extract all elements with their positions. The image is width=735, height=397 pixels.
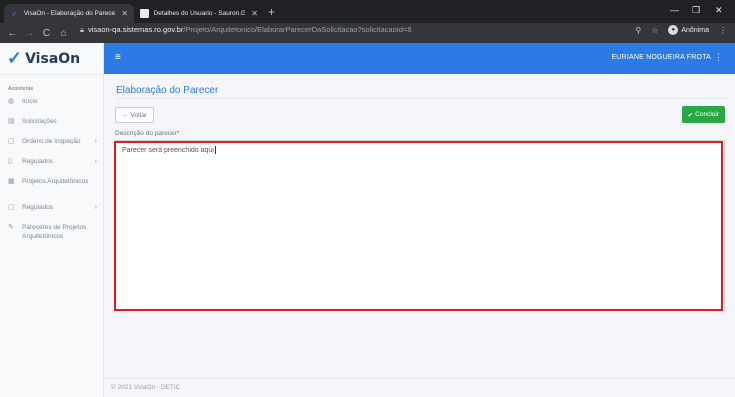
sidebar-item-label: Regulados	[22, 204, 54, 211]
conclude-button-label: Concluir	[695, 111, 719, 118]
sidebar-item-label: Regulados	[22, 158, 54, 165]
browser-tab-strip: ✓ VisaOn - Elaboração do Parecer ✕ Detal…	[0, 0, 735, 23]
page-title: Elaboração do Parecer	[116, 85, 219, 96]
logo[interactable]: ✓ VisaOn	[0, 43, 103, 75]
reload-icon[interactable]: C	[38, 28, 55, 39]
sidebar-item[interactable]: ▤ Solicitações	[0, 117, 103, 126]
tab-title: Detalhes do Usuario - Sauron.Ge	[153, 10, 246, 17]
blueprint-icon: ▦	[8, 178, 15, 185]
tab-detalhes-usuario[interactable]: Detalhes do Usuario - Sauron.Ge ✕	[134, 4, 264, 23]
description-textarea[interactable]: Parecer será preenchido aqui	[115, 140, 725, 311]
app-root: ✓ VisaOn Assistente ◍ Início ▤ Solicitações…	[0, 43, 735, 397]
url-path: /Projeto/Arquitetonico/ElaborarParecerDa…	[183, 25, 412, 34]
chevron-right-icon: ›	[94, 204, 97, 211]
chevron-right-icon: ›	[94, 158, 97, 165]
logo-text: VisaOn	[25, 50, 81, 67]
zoom-icon[interactable]: ⚲	[635, 26, 641, 35]
file-icon: ▯	[8, 158, 12, 165]
description-label: Descrição do parecer*	[115, 130, 180, 137]
document-icon: ▢	[8, 138, 15, 145]
hamburger-menu-icon[interactable]: ≡	[115, 52, 121, 63]
sidebar-item-label: Pareceres de Projetos Arquitetônicos	[22, 224, 87, 240]
new-tab-button[interactable]: +	[268, 6, 275, 18]
role-label: Assistente	[8, 86, 34, 92]
incognito-profile[interactable]: ● Anônima	[668, 25, 709, 35]
close-tab-icon[interactable]: ✕	[121, 9, 128, 18]
calendar-icon: ▤	[8, 118, 15, 125]
tab-title: VisaOn - Elaboração do Parecer	[23, 10, 116, 17]
sidebar-item-label: Ordens de Inspeção	[22, 138, 81, 145]
sidebar-item[interactable]: ◍ Início	[0, 97, 103, 106]
conclude-button[interactable]: ✔ Concluir	[681, 106, 725, 123]
chevron-right-icon: ›	[94, 138, 97, 145]
close-tab-icon[interactable]: ✕	[251, 9, 258, 18]
dashboard-icon: ◍	[8, 98, 15, 105]
footer-text: © 2021 VisaOn - DETIC	[111, 384, 181, 391]
arrow-left-icon: ←	[122, 111, 129, 119]
footer: © 2021 VisaOn - DETIC	[104, 378, 735, 397]
sidebar-item-label: Início	[22, 98, 38, 105]
back-button[interactable]: ← Voltar	[115, 107, 155, 123]
toolbar-right: ⚲ ☆ ● Anônima ⋮	[635, 25, 727, 35]
user-menu-icon[interactable]: ⋮	[714, 52, 723, 63]
address-bar[interactable]: 🔒︎ visaon-qa.sistemas.ro.gov.br/Projeto/A…	[80, 25, 412, 35]
maximize-icon[interactable]: ❐	[692, 5, 700, 16]
sidebar-item[interactable]: ▢ Ordens de Inspeção ›	[0, 137, 103, 146]
textarea-value: Parecer será preenchido aqui	[122, 146, 214, 154]
sidebar-item[interactable]: ▯ Regulados ›	[0, 157, 103, 166]
incognito-icon: ●	[668, 25, 679, 35]
close-window-icon[interactable]: ✕	[715, 5, 723, 16]
bookmark-star-icon[interactable]: ☆	[651, 26, 658, 35]
pen-icon: ✎	[8, 224, 14, 231]
forward-arrow-icon[interactable]: →	[21, 28, 38, 39]
visaon-favicon-icon: ✓	[11, 10, 18, 18]
back-button-label: Voltar	[130, 111, 148, 119]
tab-visaon[interactable]: ✓ VisaOn - Elaboração do Parecer ✕	[4, 4, 134, 23]
sidebar-item-label: Projetos Arquitetônicos	[22, 178, 89, 185]
visaon-logo-icon: ✓	[7, 48, 23, 68]
back-arrow-icon[interactable]: ←	[4, 28, 21, 39]
sidebar-item[interactable]: ✎ Pareceres de Projetos Arquitetônicos	[0, 223, 103, 241]
file-icon: ▢	[8, 204, 15, 211]
profile-label: Anônima	[681, 26, 709, 34]
minimize-icon[interactable]: —	[670, 5, 679, 15]
check-icon: ✔	[687, 111, 694, 119]
text-cursor	[214, 146, 216, 154]
document-favicon-icon	[140, 9, 149, 18]
sidebar-item[interactable]: ▦ Projetos Arquitetônicos	[0, 177, 103, 186]
lock-icon: 🔒︎	[80, 25, 84, 34]
top-navbar: ≡ EURIANE NOGUEIRA FROTA ⋮	[104, 43, 735, 74]
divider	[116, 98, 726, 99]
url-host: visaon-qa.sistemas.ro.gov.br	[88, 25, 184, 34]
sidebar: ✓ VisaOn Assistente ◍ Início ▤ Solicitações…	[0, 43, 104, 397]
chrome-menu-icon[interactable]: ⋮	[719, 26, 727, 35]
home-icon[interactable]: ⌂	[55, 28, 72, 39]
sidebar-item[interactable]: ▢ Regulados ›	[0, 203, 103, 212]
sidebar-item-label: Solicitações	[22, 118, 57, 125]
user-name[interactable]: EURIANE NOGUEIRA FROTA	[611, 54, 711, 61]
